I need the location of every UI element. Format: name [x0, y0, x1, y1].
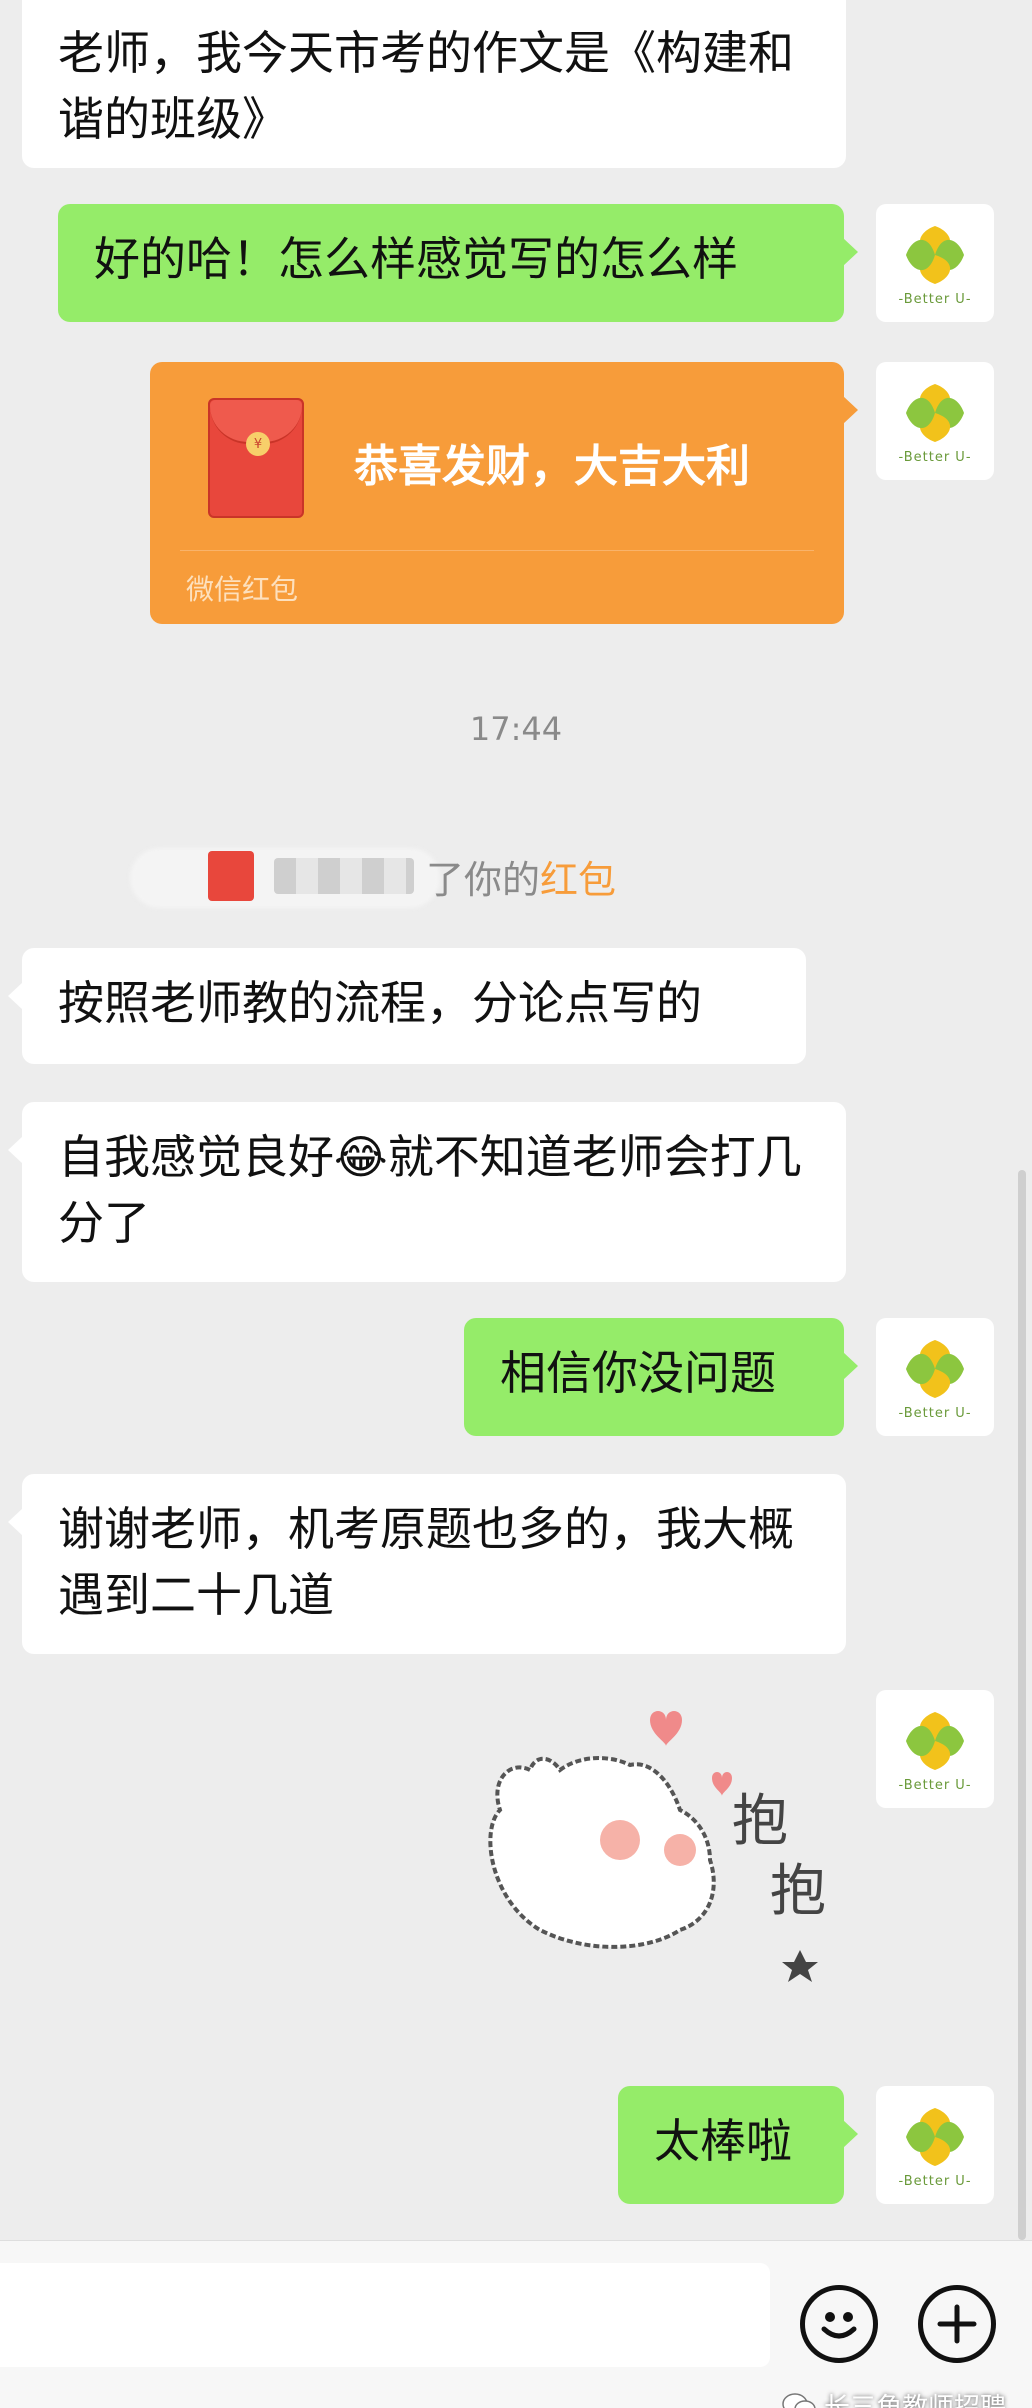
notice-text: 了你的	[426, 857, 541, 902]
bubble-tail	[843, 238, 858, 266]
avatar-label: -Better U-	[898, 1405, 972, 1421]
message-bubble-incoming[interactable]: 谢谢老师，机考原题也多的，我大概遇到二十几道	[8, 1474, 846, 1654]
red-packet-card[interactable]: ¥ 恭喜发财，大吉大利 微信红包	[150, 362, 858, 624]
watermark: 长三角教师招聘	[782, 2387, 1006, 2408]
bubble-tail	[8, 1136, 23, 1164]
message-bubble-outgoing[interactable]: 相信你没问题	[464, 1318, 858, 1436]
notice-highlight[interactable]: 红包	[540, 849, 616, 904]
red-envelope-icon: ¥	[208, 398, 304, 518]
message-text: 太棒啦	[654, 2114, 792, 2168]
bubble-tail	[843, 1352, 858, 1380]
message-bubble-incoming[interactable]: 老师，我今天市考的作文是《构建和谐的班级》	[22, 0, 846, 168]
bubble-tail	[843, 396, 858, 424]
self-avatar[interactable]: -Better U-	[876, 204, 994, 322]
avatar-label: -Better U-	[898, 1777, 972, 1793]
sticker-caption: 抱	[732, 1789, 788, 1854]
bubble-tail	[843, 2120, 858, 2148]
message-bubble-incoming[interactable]: 按照老师教的流程，分论点写的	[8, 948, 806, 1064]
red-packet-mini-icon	[208, 851, 254, 901]
plus-icon	[937, 2304, 977, 2344]
emoji-icon	[821, 2312, 857, 2339]
self-avatar[interactable]: -Better U-	[876, 1318, 994, 1436]
chat-area: 老师，我今天市考的作文是《构建和谐的班级》 好的哈！怎么样感觉写的怎么样 -Be…	[0, 0, 1032, 2240]
logo-icon	[906, 2107, 964, 2166]
hug-sticker[interactable]: 抱 抱	[470, 1700, 870, 2000]
avatar-label: -Better U-	[898, 449, 972, 465]
more-button[interactable]	[918, 2285, 996, 2363]
message-bubble-outgoing[interactable]: 太棒啦	[618, 2086, 858, 2204]
watermark-text: 长三角教师招聘	[823, 2393, 1006, 2408]
self-avatar[interactable]: -Better U-	[876, 2086, 994, 2204]
red-packet-label: 微信红包	[186, 573, 299, 606]
avatar-label: -Better U-	[898, 291, 972, 307]
logo-icon	[906, 383, 964, 442]
message-bubble-incoming[interactable]: 自我感觉良好😂就不知道老师会打几分了	[8, 1102, 846, 1282]
svg-text:抱: 抱	[770, 1859, 826, 1924]
avatar-label: -Better U-	[898, 2173, 972, 2189]
message-text: 好的哈！怎么样感觉写的怎么样	[94, 232, 738, 286]
message-input[interactable]	[0, 2263, 770, 2367]
sticker-image: 抱 抱	[488, 1711, 826, 1982]
message-text: 谢谢老师，机考原题也多的，我大概遇到二十几道	[58, 1502, 794, 1622]
timestamp: 17:44	[469, 710, 563, 748]
message-text: 相信你没问题	[500, 1346, 776, 1400]
scrollbar[interactable]	[1018, 1170, 1026, 2240]
wechat-icon	[782, 2392, 816, 2408]
bubble-tail	[8, 982, 23, 1010]
self-avatar[interactable]: -Better U-	[876, 362, 994, 480]
self-avatar[interactable]: -Better U-	[876, 1690, 994, 1808]
message-text: 老师，我今天市考的作文是《构建和谐的班级》	[58, 26, 794, 146]
redacted-name	[274, 858, 414, 894]
logo-icon	[906, 1339, 964, 1398]
message-bubble-outgoing[interactable]: 好的哈！怎么样感觉写的怎么样	[58, 204, 858, 322]
emoji-button[interactable]	[800, 2285, 878, 2363]
message-text: 自我感觉良好😂就不知道老师会打几分了	[58, 1130, 802, 1250]
logo-icon	[906, 1711, 964, 1770]
message-text: 按照老师教的流程，分论点写的	[58, 976, 702, 1030]
logo-icon	[906, 225, 964, 284]
input-bar: 长三角教师招聘	[0, 2240, 1032, 2408]
red-packet-title: 恭喜发财，大吉大利	[354, 441, 750, 492]
bubble-tail	[8, 1508, 23, 1536]
system-notice: 了你的 红包	[130, 848, 690, 908]
divider	[180, 550, 814, 551]
